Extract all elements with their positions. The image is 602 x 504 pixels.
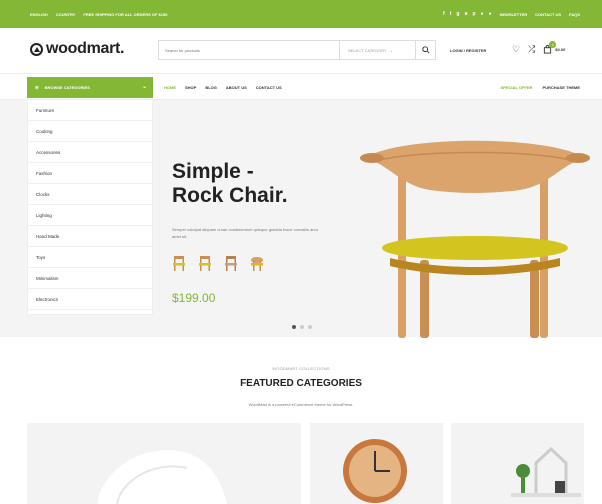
brand-name: woodmart. — [46, 40, 125, 57]
cart-button[interactable]: 0 $0.00 — [543, 41, 566, 54]
cart-amount: $0.00 — [555, 47, 566, 52]
decor-items-image — [511, 446, 581, 497]
chevron-down-icon: ⌄ — [141, 84, 147, 90]
search-bar: SELECT CATEGORY ⌄ — [158, 40, 436, 60]
google-plus-icon[interactable]: g — [456, 11, 459, 17]
sidebar-item-clocks[interactable]: Clocks — [28, 184, 152, 205]
special-offer-link[interactable]: SPECIAL OFFER — [501, 85, 533, 90]
pinterest-icon[interactable]: p — [472, 11, 475, 17]
chevron-down-icon: ⌄ — [389, 47, 394, 53]
twitter-icon[interactable]: t — [450, 11, 452, 17]
sidebar-item-lighting[interactable]: Lighting — [28, 205, 152, 226]
collections-description: WoodMart is a powerful eCommerce theme f… — [248, 402, 354, 407]
slider-dot[interactable] — [292, 325, 296, 329]
sidebar-item-electronics[interactable]: Electronics — [28, 289, 152, 310]
chair-thumbnail-icon[interactable] — [224, 255, 238, 271]
search-button[interactable] — [415, 41, 435, 59]
hero-description: Semper volutpat aliquam curae condimentu… — [172, 227, 318, 239]
hero-title-line1: Simple - — [172, 160, 254, 183]
category-card-accessories[interactable] — [451, 423, 584, 504]
hero-title: Simple - Rock Chair. — [172, 160, 288, 208]
hero-price: $199.00 — [172, 291, 216, 305]
sidebar-item-minimalism[interactable]: Minimalism — [28, 268, 152, 289]
menu-item-blog[interactable]: BLOG — [205, 85, 217, 90]
slider-dot[interactable] — [308, 325, 312, 329]
email-icon[interactable]: ■ — [464, 11, 467, 17]
sidebar-item-furniture[interactable]: Furniture — [28, 100, 152, 121]
language-select[interactable]: ENGLISH — [30, 12, 48, 17]
wishlist-heart-icon[interactable]: ♡ — [512, 44, 520, 55]
login-register-link[interactable]: LOGIN / REGISTER — [450, 48, 486, 53]
hero-title-line2: Rock Chair. — [172, 184, 288, 207]
main-menu: HOME SHOP BLOG ABOUT US CONTACT US — [164, 85, 282, 90]
collections-subtitle: WOODMART COLLECTIONS — [272, 366, 330, 371]
rock-chair-image — [360, 140, 590, 338]
white-chair-image — [97, 450, 227, 504]
compare-shuffle-icon[interactable]: ⤮ — [528, 44, 535, 55]
logo-icon — [30, 42, 43, 56]
top-bar: ENGLISH COUNTRY FREE SHIPPING FOR ALL OR… — [0, 0, 602, 28]
category-select-label: SELECT CATEGORY — [348, 47, 387, 53]
telegram-icon[interactable]: ● — [489, 11, 492, 17]
menu-item-contact[interactable]: CONTACT US — [256, 85, 282, 90]
linkedin-icon[interactable]: ● — [481, 11, 484, 17]
slider-pagination — [292, 325, 312, 329]
category-sidebar: Furniture Cooking Accessories Fashion Cl… — [27, 100, 153, 315]
chair-thumbnail-icon[interactable] — [250, 255, 264, 271]
browse-categories-label: BROWSE CATEGORIES — [44, 85, 90, 90]
newsletter-link[interactable]: NEWSLETTER — [500, 12, 528, 17]
search-icon — [421, 46, 430, 54]
menu-icon: ☰ — [35, 85, 39, 90]
collections-title: FEATURED CATEGORIES — [240, 378, 362, 389]
currency-select[interactable]: COUNTRY — [56, 12, 76, 17]
purchase-theme-link[interactable]: PURCHASE THEME — [542, 85, 580, 90]
promo-text: FREE SHIPPING FOR ALL ORDERS OF $150 — [83, 12, 168, 17]
sidebar-item-toys[interactable]: Toys — [28, 247, 152, 268]
menu-item-home[interactable]: HOME — [164, 85, 176, 90]
chair-thumbnail-icon[interactable] — [172, 255, 186, 271]
faqs-link[interactable]: FAQS — [569, 12, 580, 17]
browse-categories-button[interactable]: ☰ BROWSE CATEGORIES ⌄ — [27, 77, 153, 98]
wooden-clock-image — [343, 439, 407, 503]
site-header: woodmart. SELECT CATEGORY ⌄ LOGIN / REGI… — [0, 28, 602, 74]
brand-logo[interactable]: woodmart. — [30, 40, 125, 58]
menu-item-about[interactable]: ABOUT US — [226, 85, 247, 90]
slider-dot[interactable] — [300, 325, 304, 329]
category-card-clocks[interactable] — [310, 423, 443, 504]
chair-thumbnail-icon[interactable] — [198, 255, 212, 271]
category-card-furniture[interactable] — [27, 423, 301, 504]
sidebar-item-cooking[interactable]: Cooking — [28, 121, 152, 142]
category-select[interactable]: SELECT CATEGORY ⌄ — [339, 41, 415, 59]
menu-item-shop[interactable]: SHOP — [185, 85, 196, 90]
facebook-icon[interactable]: f — [443, 11, 445, 17]
search-input[interactable] — [159, 41, 339, 59]
chair-thumbnails — [172, 255, 264, 271]
sidebar-item-hand-made[interactable]: Hand Made — [28, 226, 152, 247]
contact-link[interactable]: CONTACT US — [535, 12, 561, 17]
sidebar-item-accessories[interactable]: Accessories — [28, 142, 152, 163]
sidebar-item-fashion[interactable]: Fashion — [28, 163, 152, 184]
